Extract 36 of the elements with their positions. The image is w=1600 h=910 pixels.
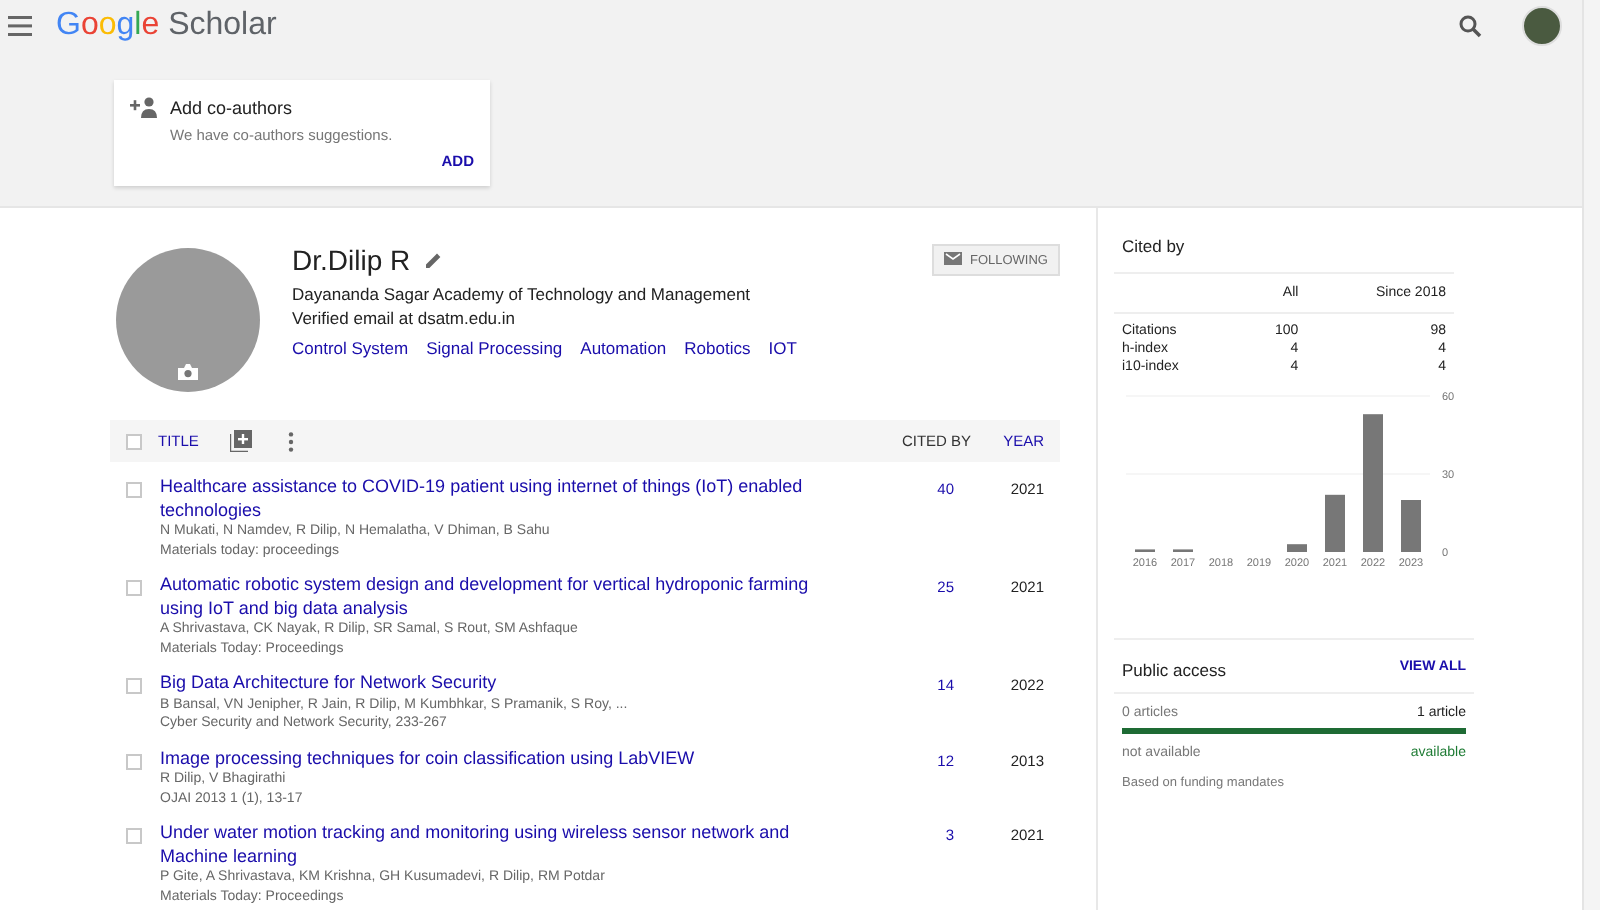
person-add-icon (130, 96, 158, 118)
scrollbar[interactable] (1582, 0, 1600, 910)
verified-email: Verified email at dsatm.edu.in (292, 308, 518, 328)
interest-link[interactable]: Automation (580, 338, 667, 358)
camera-icon[interactable] (178, 364, 198, 380)
select-all-checkbox[interactable] (126, 433, 142, 449)
article-title-link[interactable]: Big Data Architecture for Network Security (160, 672, 850, 695)
chart-bar[interactable] (1287, 544, 1307, 552)
avatar[interactable] (1522, 6, 1562, 46)
chart-bar[interactable] (1363, 414, 1383, 552)
interest-link[interactable]: IOT (768, 338, 797, 358)
row-checkbox[interactable] (126, 828, 142, 844)
interest-link[interactable]: Control System (292, 338, 409, 358)
profile-name: Dr.Dilip R (292, 244, 411, 276)
chart-bar[interactable] (1401, 500, 1421, 552)
chart-bar[interactable] (1325, 494, 1345, 552)
affiliation: Dayananda Sagar Academy of Technology and Management (292, 284, 753, 304)
row-checkbox[interactable] (126, 753, 142, 769)
interest-link[interactable]: Signal Processing (426, 338, 563, 358)
more-icon[interactable] (288, 431, 295, 451)
section-title: Cited by (1120, 236, 1187, 256)
article-title-link[interactable]: Image processing techniques for coin classification using LabVIEW (160, 747, 850, 770)
pencil-icon[interactable] (426, 252, 443, 268)
article-title-link[interactable]: Healthcare assistance to COVID-19 patient using internet of things (IoT) enabled technologies (160, 476, 850, 522)
search-icon[interactable] (1458, 14, 1482, 38)
logo[interactable]: Google Scholar (56, 8, 277, 44)
row-checkbox[interactable] (126, 482, 142, 498)
menu-icon[interactable] (8, 16, 32, 36)
interest-link[interactable]: Robotics (684, 338, 751, 358)
row-checkbox[interactable] (126, 678, 142, 694)
article-title-link[interactable]: Automatic robotic system design and development for vertical hydroponic farming using IoT and big data analysis (160, 574, 850, 620)
card-title: Add co-authors (170, 97, 293, 117)
article-title-link[interactable]: Under water motion tracking and monitoring using wireless sensor network and Machine learning (160, 822, 850, 868)
section-title: Public access (1122, 660, 1226, 680)
row-checkbox[interactable] (126, 580, 142, 596)
add-to-library-icon[interactable] (230, 430, 253, 452)
